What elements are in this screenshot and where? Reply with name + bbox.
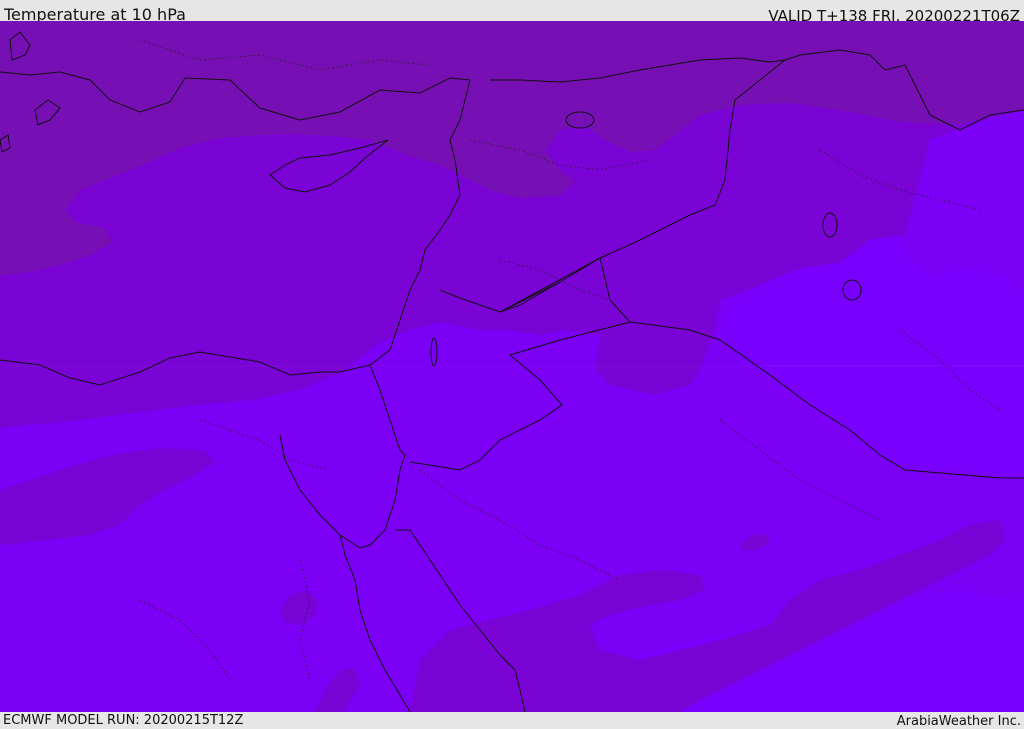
credit-label: ArabiaWeather Inc.	[896, 714, 1021, 729]
model-run-label: ECMWF MODEL RUN: 20200215T12Z	[3, 713, 244, 728]
temperature-map-svg	[0, 21, 1024, 712]
header-bar: Temperature at 10 hPa VALID T+138 FRI. 2…	[0, 0, 1024, 25]
footer-bar: ECMWF MODEL RUN: 20200215T12Z ArabiaWeat…	[0, 712, 1024, 729]
map-frame: Temperature at 10 hPa VALID T+138 FRI. 2…	[0, 0, 1024, 729]
weather-map	[0, 21, 1024, 712]
